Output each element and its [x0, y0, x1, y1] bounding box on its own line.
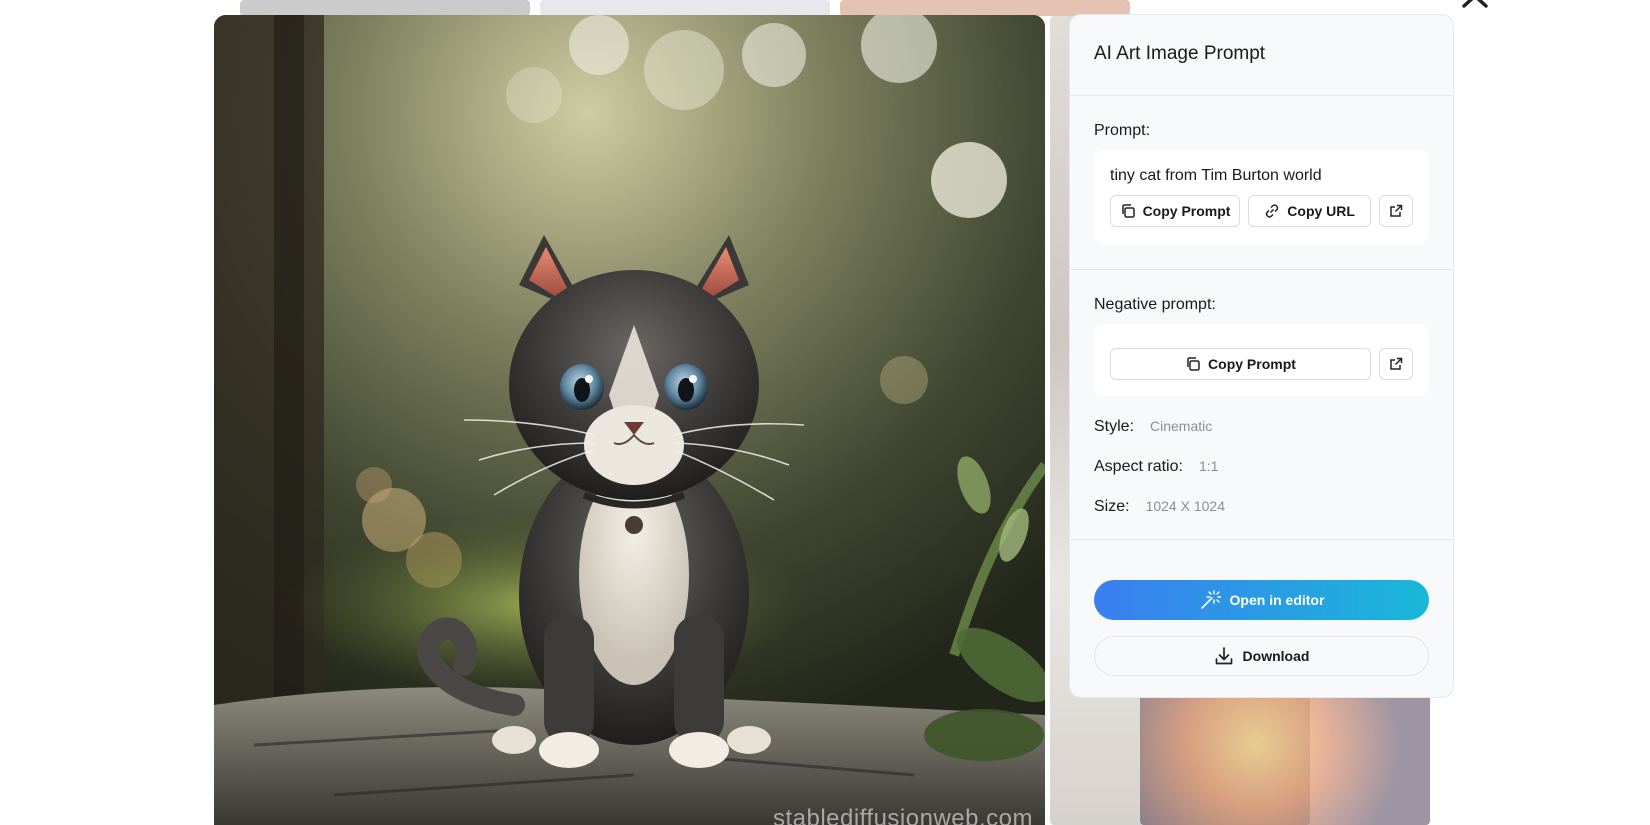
- negative-prompt-section: Negative prompt: Copy Prompt Style: Cine…: [1070, 270, 1453, 540]
- external-link-icon: [1389, 204, 1403, 218]
- gallery-thumb: [240, 0, 530, 16]
- prompt-label: Prompt:: [1094, 122, 1151, 139]
- aspect-ratio-row: Aspect ratio: 1:1: [1094, 448, 1429, 488]
- size-row: Size: 1024 X 1024: [1094, 488, 1429, 528]
- magic-wand-icon: [1199, 589, 1221, 611]
- copy-icon: [1120, 203, 1136, 219]
- external-link-icon: [1389, 357, 1403, 371]
- style-value: Cinematic: [1150, 418, 1213, 434]
- aspect-ratio-key: Aspect ratio:: [1094, 458, 1183, 475]
- prompt-section: Prompt: tiny cat from Tim Burton world C…: [1070, 96, 1453, 270]
- link-icon: [1264, 203, 1280, 219]
- open-negative-prompt-button[interactable]: [1379, 348, 1413, 380]
- copy-url-label: Copy URL: [1287, 203, 1355, 219]
- prompt-card: tiny cat from Tim Burton world Copy Prom…: [1094, 150, 1429, 243]
- close-button[interactable]: [1460, 0, 1494, 8]
- open-in-editor-button[interactable]: Open in editor: [1094, 580, 1429, 620]
- download-label: Download: [1242, 648, 1310, 664]
- style-key: Style:: [1094, 418, 1135, 435]
- copy-prompt-label: Copy Prompt: [1142, 203, 1231, 219]
- negative-prompt-label: Negative prompt:: [1094, 296, 1216, 313]
- aspect-ratio-value: 1:1: [1198, 458, 1219, 474]
- close-icon[interactable]: [1460, 0, 1494, 8]
- actions-section: Open in editor Download: [1070, 540, 1453, 676]
- image-watermark: stablediffusionweb.com: [772, 805, 1033, 825]
- copy-icon: [1185, 356, 1201, 372]
- kitten-image: [214, 15, 1045, 825]
- generated-image: stablediffusionweb.com: [214, 15, 1045, 825]
- negative-prompt-card: Copy Prompt: [1094, 324, 1429, 396]
- image-metadata: Style: Cinematic Aspect ratio: 1:1 Size:…: [1094, 408, 1429, 528]
- size-value: 1024 X 1024: [1145, 498, 1225, 514]
- open-prompt-button[interactable]: [1379, 195, 1413, 227]
- copy-negative-prompt-button[interactable]: Copy Prompt: [1110, 348, 1371, 380]
- size-key: Size:: [1094, 498, 1130, 515]
- style-row: Style: Cinematic: [1094, 408, 1429, 448]
- panel-title: AI Art Image Prompt: [1094, 43, 1266, 64]
- copy-url-button[interactable]: Copy URL: [1248, 195, 1372, 227]
- panel-header: AI Art Image Prompt: [1070, 15, 1453, 96]
- prompt-actions: Copy Prompt Copy URL: [1110, 195, 1413, 227]
- prompt-panel: AI Art Image Prompt Prompt: tiny cat fro…: [1069, 14, 1454, 698]
- gallery-thumb: [540, 0, 830, 16]
- open-in-editor-label: Open in editor: [1229, 592, 1325, 608]
- copy-prompt-button[interactable]: Copy Prompt: [1110, 195, 1240, 227]
- negative-prompt-actions: Copy Prompt: [1110, 348, 1413, 380]
- prompt-text: tiny cat from Tim Burton world: [1110, 167, 1322, 184]
- gallery-thumb: [1140, 690, 1430, 825]
- download-icon: [1214, 646, 1234, 666]
- download-button[interactable]: Download: [1094, 636, 1429, 676]
- copy-negative-prompt-label: Copy Prompt: [1208, 356, 1296, 372]
